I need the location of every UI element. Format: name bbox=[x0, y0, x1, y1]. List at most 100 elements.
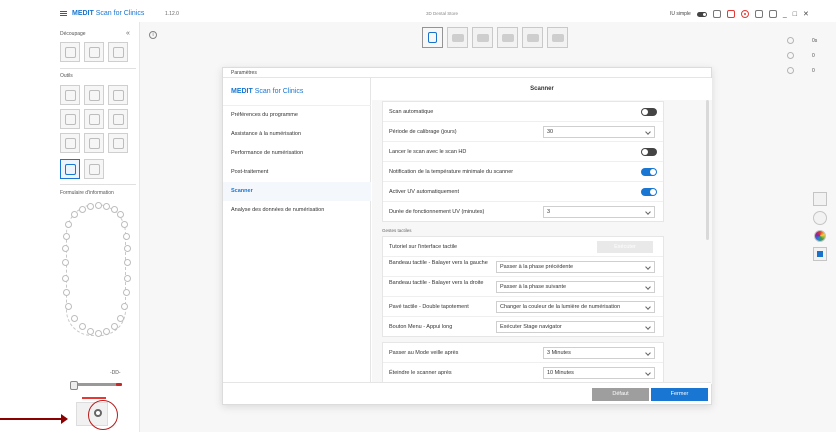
row-sleep-mode: Passer au Mode veille après 3 Minutes bbox=[383, 343, 663, 363]
hd-scan-label: Lancer le scan avec le scan HD bbox=[389, 149, 467, 155]
tooth-button[interactable] bbox=[71, 315, 78, 322]
scan-auto-label: Scan automatique bbox=[389, 109, 434, 115]
nav-item-analyse[interactable]: Analyse des données de numérisation bbox=[223, 201, 371, 220]
tooth-button[interactable] bbox=[103, 203, 110, 210]
tooth-button[interactable] bbox=[65, 221, 72, 228]
tool-play[interactable] bbox=[60, 133, 80, 153]
tooth-button[interactable] bbox=[111, 323, 118, 330]
swipe-left-select[interactable]: Passer à la phase précédente bbox=[496, 261, 655, 273]
tooth-button[interactable] bbox=[121, 221, 128, 228]
double-tap-select[interactable]: Changer la couleur de la lumière de numé… bbox=[496, 301, 655, 313]
tool-layers[interactable] bbox=[108, 109, 128, 129]
default-button[interactable]: Défaut bbox=[592, 388, 649, 401]
trim-lasso-tool[interactable] bbox=[108, 42, 128, 62]
tool-measure[interactable] bbox=[108, 133, 128, 153]
nav-item-scanner[interactable]: Scanner bbox=[223, 182, 371, 201]
simple-ui-label: IU simple bbox=[670, 11, 691, 17]
nav-item-post-traitement[interactable]: Post-traitement bbox=[223, 163, 371, 182]
tooth-button[interactable] bbox=[123, 289, 130, 296]
tooth-button[interactable] bbox=[95, 330, 102, 337]
nav-item-performance[interactable]: Performance de numérisation bbox=[223, 144, 371, 163]
record-video-icon[interactable] bbox=[740, 10, 749, 18]
tooth-button[interactable] bbox=[62, 259, 69, 266]
sleep-mode-select[interactable]: 3 Minutes bbox=[543, 347, 655, 359]
tooth-button[interactable] bbox=[71, 211, 78, 218]
menu-long-press-select[interactable]: Exécuter Stage navigator bbox=[496, 321, 655, 333]
close-button[interactable]: Fermer bbox=[651, 388, 708, 401]
tooth-button[interactable] bbox=[117, 315, 124, 322]
tooth-button[interactable] bbox=[62, 245, 69, 252]
tooth-button[interactable] bbox=[87, 203, 94, 210]
simple-ui-toggle[interactable] bbox=[696, 11, 707, 17]
tooth-button[interactable] bbox=[124, 259, 131, 266]
scanner-settings-panel: Scanner Scan automatique Période de cali… bbox=[372, 78, 712, 384]
hamburger-menu-icon[interactable] bbox=[60, 11, 67, 16]
tooth-button[interactable] bbox=[117, 211, 124, 218]
sidebar-divider bbox=[60, 68, 136, 69]
headset-icon[interactable] bbox=[712, 10, 721, 18]
row-uv-auto: Activer UV automatiquement bbox=[383, 182, 663, 202]
tool-lock[interactable] bbox=[60, 85, 80, 105]
camera-icon[interactable] bbox=[754, 10, 763, 18]
row-temp-notification: Notification de la température minimale … bbox=[383, 162, 663, 182]
uv-auto-label: Activer UV automatiquement bbox=[389, 189, 460, 195]
row-menu-long-press: Bouton Menu - Appui long Exécuter Stage … bbox=[383, 317, 663, 337]
scan-auto-toggle[interactable] bbox=[641, 108, 657, 116]
uv-auto-toggle[interactable] bbox=[641, 188, 657, 196]
row-scan-auto: Scan automatique bbox=[383, 102, 663, 122]
tooth-button[interactable] bbox=[79, 206, 86, 213]
close-window-icon[interactable]: ✕ bbox=[803, 10, 809, 18]
tooth-button[interactable] bbox=[65, 303, 72, 310]
minimize-icon[interactable]: _ bbox=[783, 11, 787, 18]
tool-select-area[interactable] bbox=[60, 159, 80, 179]
window-icon[interactable] bbox=[768, 10, 777, 18]
tool-fill[interactable] bbox=[108, 85, 128, 105]
nav-item-preferences[interactable]: Préférences du programme bbox=[223, 106, 371, 125]
tool-photo[interactable] bbox=[84, 133, 104, 153]
tooth-button[interactable] bbox=[121, 303, 128, 310]
tooth-button[interactable] bbox=[63, 289, 70, 296]
row-hd-scan: Lancer le scan avec le scan HD bbox=[383, 142, 663, 162]
tooth-button[interactable] bbox=[95, 202, 102, 209]
dental-arch-chart bbox=[62, 202, 131, 337]
trim-area-tool[interactable] bbox=[84, 42, 104, 62]
scrollbar-thumb[interactable] bbox=[706, 100, 709, 240]
scanner-handpiece-icon bbox=[70, 381, 122, 390]
dialog-title: Paramètres bbox=[223, 68, 711, 78]
power-off-select[interactable]: 10 Minutes bbox=[543, 367, 655, 379]
collapse-sidebar-icon[interactable]: « bbox=[126, 30, 130, 37]
tooth-button[interactable] bbox=[87, 328, 94, 335]
select-area-icon bbox=[65, 164, 76, 175]
tooth-button[interactable] bbox=[124, 245, 131, 252]
tool-teeth-set[interactable] bbox=[84, 159, 104, 179]
uv-duration-select[interactable]: 3 bbox=[543, 206, 655, 218]
settings-brand-app: Scan for Clinics bbox=[254, 88, 304, 95]
trim-rect-tool[interactable] bbox=[60, 42, 80, 62]
tooth-button[interactable] bbox=[62, 275, 69, 282]
settings-scrollbar[interactable] bbox=[706, 100, 710, 384]
row-uv-duration: Durée de fonctionnement UV (minutes) 3 bbox=[383, 202, 663, 222]
tool-eraser[interactable] bbox=[84, 85, 104, 105]
tooth-button[interactable] bbox=[124, 275, 131, 282]
execute-tutorial-button[interactable]: Exécuter bbox=[597, 241, 653, 253]
maximize-icon[interactable]: □ bbox=[793, 11, 797, 18]
temp-notification-label: Notification de la température minimale … bbox=[389, 169, 514, 175]
tooth-button[interactable] bbox=[123, 233, 130, 240]
tool-align[interactable] bbox=[60, 109, 80, 129]
calibration-select[interactable]: 30 bbox=[543, 126, 655, 138]
trim-area-icon bbox=[89, 47, 100, 58]
store-link[interactable]: 3D Dental Store bbox=[426, 11, 458, 16]
tool-tooth[interactable] bbox=[84, 109, 104, 129]
hd-scan-toggle[interactable] bbox=[641, 148, 657, 156]
swipe-right-select[interactable]: Passer à la phase suivante bbox=[496, 281, 655, 293]
settings-brand-name: MEDIT bbox=[231, 88, 253, 95]
touch-tutorial-label: Tutoriel sur l'interface tactile bbox=[389, 244, 458, 250]
temp-notification-toggle[interactable] bbox=[641, 168, 657, 176]
tooth-button[interactable] bbox=[63, 233, 70, 240]
nav-item-assistance[interactable]: Assistance à la numérisation bbox=[223, 125, 371, 144]
tooth-button[interactable] bbox=[79, 323, 86, 330]
annotation-arrow bbox=[0, 414, 68, 424]
tooth-button[interactable] bbox=[103, 328, 110, 335]
record-screen-icon[interactable] bbox=[726, 10, 735, 18]
sleep-mode-label: Passer au Mode veille après bbox=[389, 350, 459, 356]
